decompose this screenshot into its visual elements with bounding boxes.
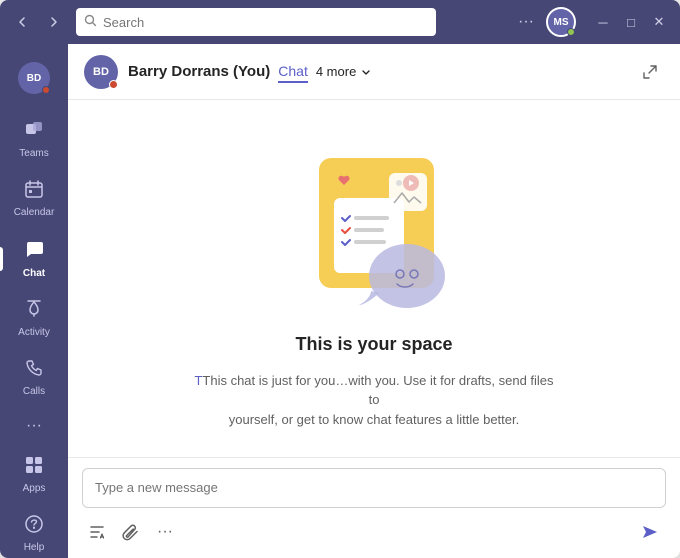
chat-space-title: This is your space	[295, 334, 452, 355]
search-bar[interactable]	[76, 8, 436, 36]
header-user-name: Barry Dorrans (You)	[128, 63, 270, 80]
window-controls: ─ □ ✕	[590, 9, 672, 35]
send-button[interactable]	[634, 516, 666, 548]
title-bar-right: ··· MS ─ □ ✕	[512, 7, 672, 37]
back-button[interactable]	[8, 8, 36, 36]
more-tabs-label: 4 more	[316, 64, 356, 79]
footer-toolbar-left: ···	[82, 517, 180, 547]
chat-area: BD Barry Dorrans (You) Chat 4 more	[68, 44, 680, 558]
app-window: ··· MS ─ □ ✕ BD	[0, 0, 680, 558]
online-indicator	[567, 28, 575, 36]
header-avatar-initials: BD	[93, 66, 109, 78]
titlebar-more-button[interactable]: ···	[512, 9, 540, 35]
sidebar-label-activity: Activity	[18, 327, 50, 338]
maximize-button[interactable]: □	[618, 9, 644, 35]
sidebar-label-chat: Chat	[23, 268, 45, 279]
sidebar-item-activity[interactable]: Activity	[0, 289, 68, 348]
sidebar-item-help[interactable]: Help	[0, 504, 68, 558]
chat-desc-part1: TThis chat is just for you…with you. Use…	[194, 373, 553, 408]
main-area: BD Teams	[0, 44, 680, 558]
chat-description: TThis chat is just for you…with you. Use…	[194, 371, 554, 430]
sidebar-avatar: BD	[18, 62, 50, 94]
sidebar-item-teams[interactable]: Teams	[0, 108, 68, 169]
chat-tab-container: Chat	[278, 63, 308, 81]
calls-icon	[24, 358, 44, 382]
apps-icon	[24, 455, 44, 479]
header-status-dot	[109, 80, 118, 89]
activity-icon	[24, 299, 44, 323]
sidebar-label-calls: Calls	[23, 386, 45, 397]
sidebar-more-button[interactable]: ···	[0, 407, 68, 445]
footer-toolbar: ···	[82, 516, 666, 548]
avatar-initials: MS	[554, 17, 569, 28]
sidebar-label-teams: Teams	[19, 148, 48, 159]
header-avatar: BD	[84, 55, 118, 89]
title-bar: ··· MS ─ □ ✕	[0, 0, 680, 44]
sidebar-label-calendar: Calendar	[14, 207, 55, 218]
minimize-button[interactable]: ─	[590, 9, 616, 35]
forward-button[interactable]	[40, 8, 68, 36]
teams-icon	[23, 118, 45, 144]
search-icon	[84, 14, 97, 30]
sidebar-item-calls[interactable]: Calls	[0, 348, 68, 407]
format-button[interactable]	[82, 517, 112, 547]
chat-header: BD Barry Dorrans (You) Chat 4 more	[68, 44, 680, 100]
help-icon	[24, 514, 44, 538]
sidebar-label-help: Help	[24, 542, 45, 553]
illustration	[279, 128, 469, 318]
chat-tab-label[interactable]: Chat	[278, 63, 308, 83]
calendar-icon	[24, 179, 44, 203]
close-button[interactable]: ✕	[646, 9, 672, 35]
sidebar-status-dot	[42, 86, 50, 94]
chat-desc-part2: yourself, or get to know chat features a…	[229, 412, 520, 427]
more-tabs-button[interactable]: 4 more	[316, 64, 372, 79]
expand-button[interactable]	[636, 58, 664, 86]
nav-buttons	[8, 8, 68, 36]
chat-footer: ···	[68, 457, 680, 558]
avatar: MS	[546, 7, 576, 37]
attach-button[interactable]	[116, 517, 146, 547]
sidebar-item-chat[interactable]: Chat	[0, 228, 68, 289]
sidebar-item-calendar[interactable]: Calendar	[0, 169, 68, 228]
message-input-wrap[interactable]	[82, 468, 666, 508]
sidebar-item-apps[interactable]: Apps	[0, 445, 68, 504]
sidebar-avatar-initials: BD	[27, 73, 41, 84]
sidebar: BD Teams	[0, 44, 68, 558]
message-input[interactable]	[95, 480, 653, 495]
chat-icon	[23, 238, 45, 264]
sidebar-item-profile[interactable]: BD	[0, 52, 68, 108]
chat-body: This is your space TThis chat is just fo…	[68, 100, 680, 457]
search-input[interactable]	[103, 15, 428, 30]
more-dots-label: ···	[157, 523, 173, 541]
sidebar-label-apps: Apps	[23, 483, 46, 494]
more-options-button[interactable]: ···	[150, 517, 180, 547]
